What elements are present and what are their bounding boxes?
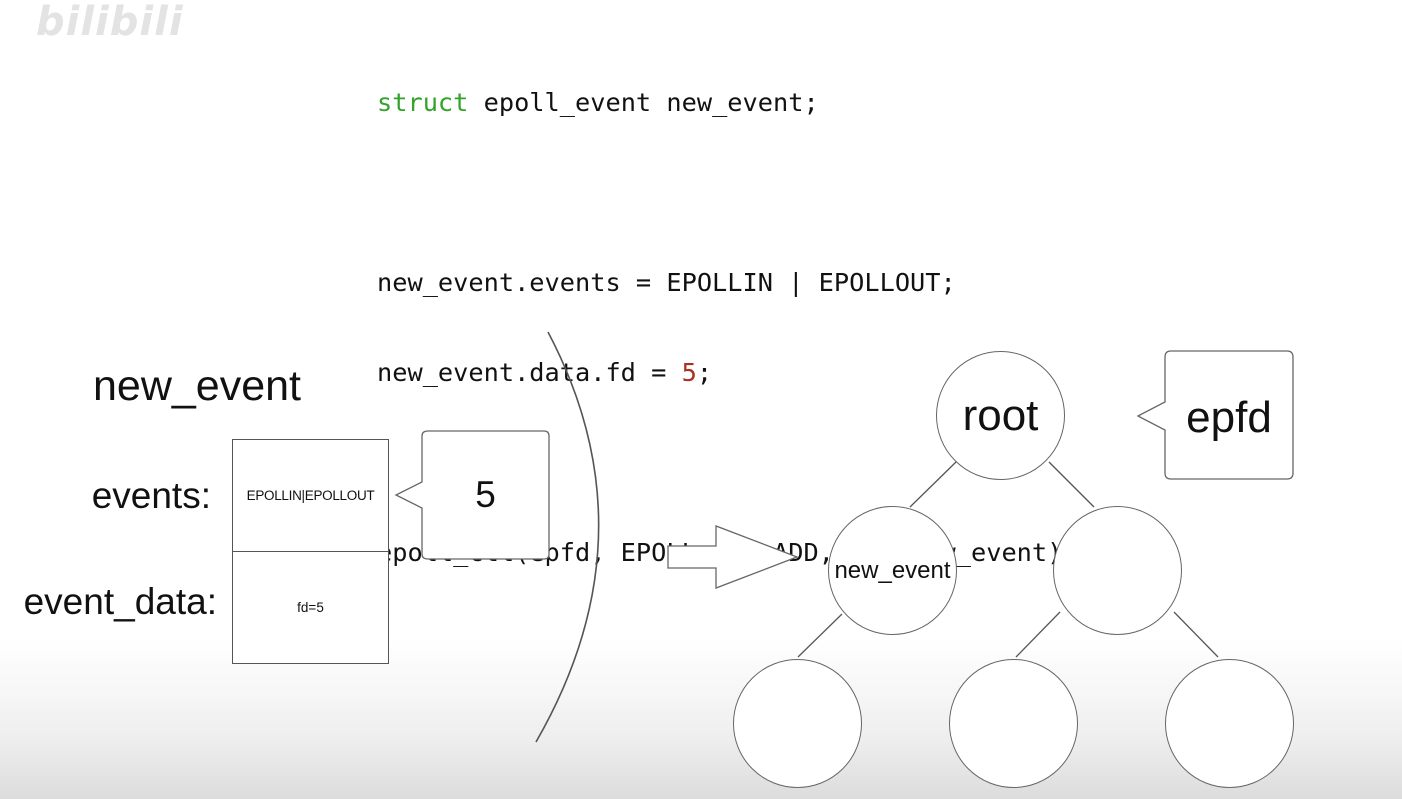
- edge-right-leaf2: [1015, 611, 1061, 658]
- right-arrow-icon: [667, 525, 799, 589]
- events-label: events:: [91, 475, 211, 516]
- edge-right-leaf3: [1173, 611, 1219, 658]
- event-data-label: event_data:: [23, 581, 217, 622]
- events-cell: EPOLLIN|EPOLLOUT: [232, 439, 389, 552]
- tree-node-leaf-2: [949, 659, 1078, 788]
- event-data-cell-value: fd=5: [297, 600, 324, 615]
- event-data-cell: fd=5: [232, 551, 389, 664]
- tree-node-leaf-1: [733, 659, 862, 788]
- fd-callout-text: 5: [475, 474, 496, 515]
- new-event-title: new_event: [93, 362, 301, 410]
- edge-root-right: [1048, 461, 1095, 508]
- tree-node-right: [1053, 506, 1182, 635]
- edge-left-leaf1: [797, 613, 843, 658]
- tree-node-leaf-3: [1165, 659, 1294, 788]
- tree-node-root: root: [936, 351, 1065, 480]
- events-cell-value: EPOLLIN|EPOLLOUT: [246, 488, 375, 503]
- edge-root-left: [909, 461, 957, 508]
- tree-node-new-event: new_event: [828, 506, 957, 635]
- epfd-callout-text: epfd: [1186, 393, 1272, 442]
